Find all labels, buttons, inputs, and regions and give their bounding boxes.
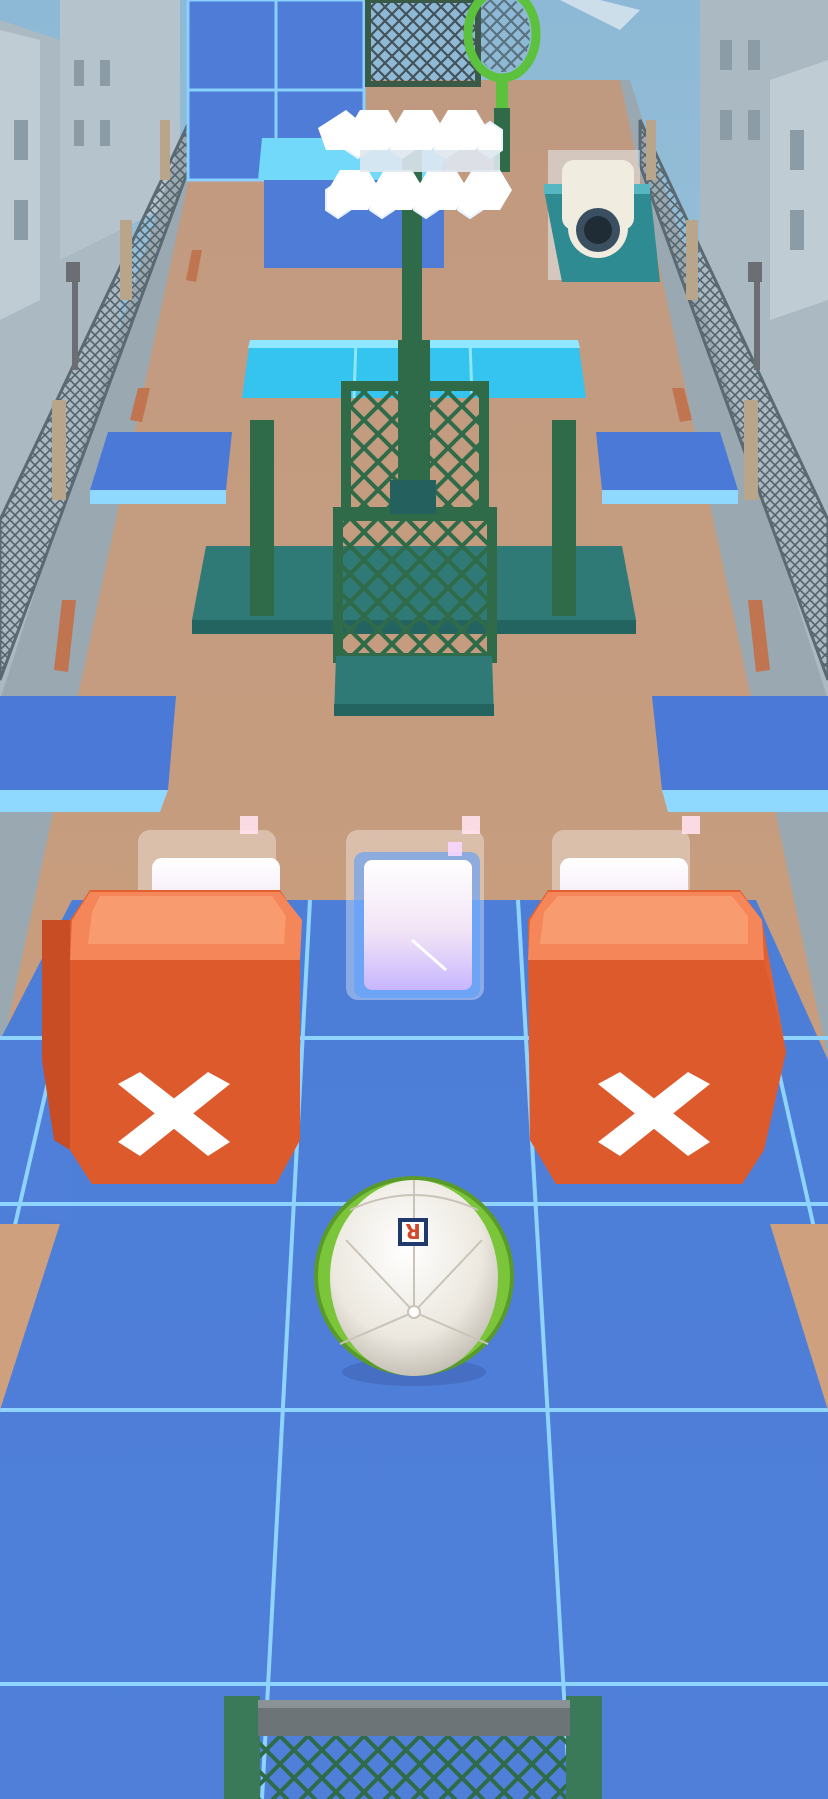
blue-pad-lower-left xyxy=(0,696,176,812)
near-goal-net xyxy=(224,1696,602,1799)
ball-badge-letter: R xyxy=(405,1219,420,1243)
obstacle-crate-left xyxy=(42,890,302,1184)
far-net xyxy=(365,0,481,87)
obstacle-crate-right xyxy=(528,890,786,1184)
gem-pickup-center xyxy=(346,816,484,1000)
blue-pad-lower-right xyxy=(652,696,828,812)
game-scene[interactable]: R xyxy=(0,0,828,1799)
blue-pad-upper-left xyxy=(90,432,232,504)
blue-pad-upper-right xyxy=(596,432,738,504)
